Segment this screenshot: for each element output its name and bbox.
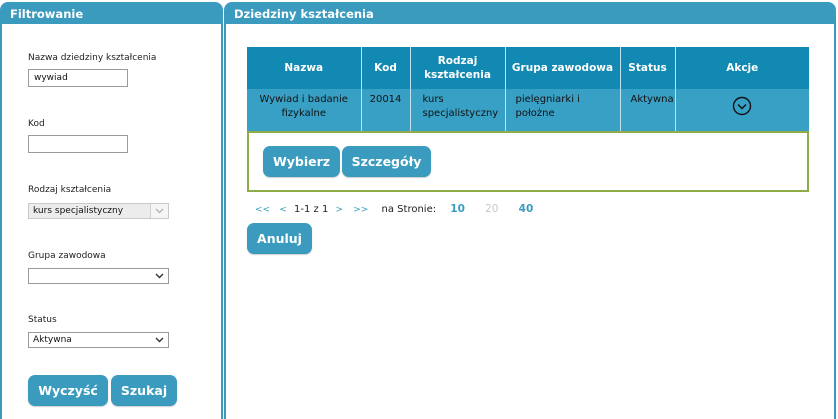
professional-group-label: Grupa zawodowa xyxy=(28,251,106,261)
prev-page-link[interactable]: < xyxy=(279,202,287,218)
training-type-value: kurs specjalistyczny xyxy=(33,206,124,216)
column-header-training-type[interactable]: Rodzaj kształcenia xyxy=(410,47,506,89)
status-label: Status xyxy=(28,315,57,325)
cell-professional-group: pielęgniarki i położne xyxy=(505,89,621,131)
table-row[interactable]: Wywiad i badanie fizykalne 20014 kurs sp… xyxy=(247,89,809,131)
results-table: Nazwa Kod Rodzaj kształcenia Grupa zawod… xyxy=(247,47,809,131)
last-page-link[interactable]: >> xyxy=(353,202,368,218)
training-type-label: Rodzaj kształcenia xyxy=(28,185,112,195)
chevron-down-icon xyxy=(150,333,168,347)
training-type-select: kurs specjalistyczny xyxy=(28,203,169,219)
page-size-20[interactable]: 20 xyxy=(485,201,498,217)
search-button[interactable]: Szukaj xyxy=(111,375,177,406)
column-header-professional-group[interactable]: Grupa zawodowa xyxy=(505,47,621,89)
cell-actions xyxy=(675,89,809,131)
name-input[interactable] xyxy=(28,69,128,87)
cell-name: Wywiad i badanie fizykalne xyxy=(247,89,362,131)
cancel-button[interactable]: Anuluj xyxy=(247,223,312,254)
status-select[interactable]: Aktywna xyxy=(28,332,169,348)
page-range: 1-1 z 1 xyxy=(294,204,329,215)
results-panel-title: Dziedziny kształcenia xyxy=(226,4,834,24)
column-header-status[interactable]: Status xyxy=(620,47,676,89)
chevron-down-icon xyxy=(150,269,168,283)
name-label: Nazwa dziedziny kształcenia xyxy=(28,53,157,63)
status-value: Aktywna xyxy=(33,335,72,345)
page-size-40[interactable]: 40 xyxy=(519,201,534,217)
clear-button[interactable]: Wyczyść xyxy=(28,375,108,406)
professional-group-select[interactable] xyxy=(28,268,169,284)
filter-panel-title: Filtrowanie xyxy=(2,4,221,24)
code-label: Kod xyxy=(28,119,45,129)
per-page-label: na Stronie: xyxy=(381,204,437,215)
chevron-down-icon xyxy=(150,204,168,218)
cell-training-type: kurs specjalistyczny xyxy=(410,89,506,131)
cell-code: 20014 xyxy=(361,89,411,131)
first-page-link[interactable]: << xyxy=(255,202,270,218)
column-header-code[interactable]: Kod xyxy=(361,47,411,89)
code-input[interactable] xyxy=(28,135,128,153)
next-page-link[interactable]: > xyxy=(336,202,344,218)
chevron-down-circle-icon[interactable] xyxy=(732,96,752,121)
pagination: << < 1-1 z 1 > >> na Stronie: 10 20 40 xyxy=(255,201,533,217)
select-button[interactable]: Wybierz xyxy=(263,146,340,177)
column-header-actions: Akcje xyxy=(675,47,809,89)
cell-status: Aktywna xyxy=(620,89,676,131)
table-header-row: Nazwa Kod Rodzaj kształcenia Grupa zawod… xyxy=(247,47,809,89)
details-button[interactable]: Szczegóły xyxy=(342,146,431,177)
column-header-name[interactable]: Nazwa xyxy=(247,47,362,89)
page-size-10[interactable]: 10 xyxy=(450,201,465,217)
